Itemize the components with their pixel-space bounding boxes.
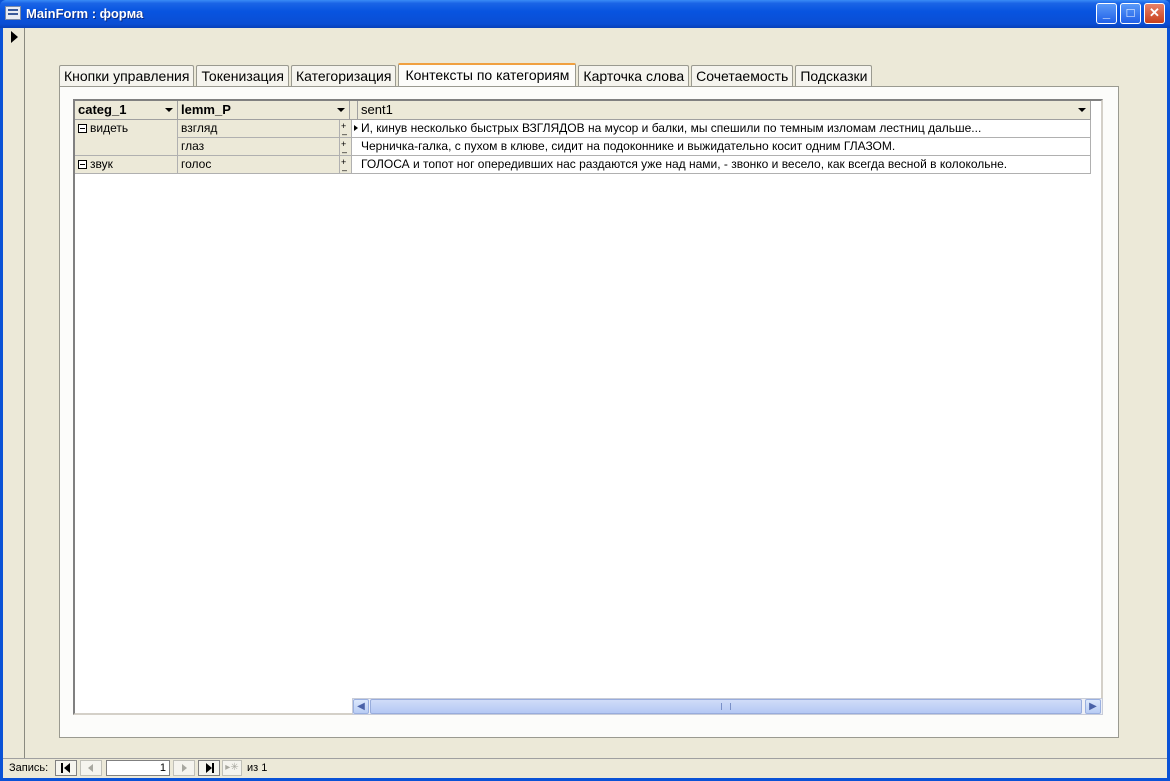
current-cell-arrow-icon xyxy=(354,125,358,131)
lemma-cell[interactable]: взгляд xyxy=(178,120,340,138)
sentence-text: Черничка-галка, с пухом в клюве, сидит н… xyxy=(361,139,896,153)
column-header-sent-label: sent1 xyxy=(361,102,393,117)
lemma-cell[interactable]: голос xyxy=(178,156,340,174)
chevron-down-icon[interactable] xyxy=(165,108,173,112)
tab-6[interactable]: Сочетаемость xyxy=(691,65,794,87)
plus-minus-toggle[interactable]: + – xyxy=(340,156,352,174)
sentence-text: ГОЛОСА и топот ног опередивших нас разда… xyxy=(361,157,1008,171)
access-form-window: MainForm : форма _ □ ✕ Кнопки управления… xyxy=(0,0,1170,781)
scroll-right-icon[interactable]: ▶ xyxy=(1085,699,1101,714)
column-header-lemm-label: lemm_P xyxy=(181,102,231,117)
previous-record-icon xyxy=(88,764,93,772)
sentence-cell[interactable]: И, кинув несколько быстрых ВЗГЛЯДОВ на м… xyxy=(352,120,1091,138)
record-navigation-bar: Запись: 1 ▸✳ из 1 xyxy=(3,758,1167,778)
total-records: 1 xyxy=(261,762,268,774)
category-label: видеть xyxy=(90,121,129,135)
tab-3[interactable]: Категоризация xyxy=(290,65,397,87)
horizontal-scrollbar[interactable]: ◀ ▶ xyxy=(352,698,1103,715)
category-cell[interactable]: видеть xyxy=(75,120,178,156)
scroll-left-icon[interactable]: ◀ xyxy=(353,699,369,714)
category-cell[interactable]: звук xyxy=(75,156,178,174)
lemma-cell[interactable]: глаз xyxy=(178,138,340,156)
current-record-arrow-icon xyxy=(11,31,18,43)
new-record-icon: ▸✳ xyxy=(225,762,239,773)
window-title: MainForm : форма xyxy=(26,6,144,21)
column-header-categ-label: categ_1 xyxy=(78,102,127,117)
minus-icon[interactable]: – xyxy=(342,144,347,155)
record-count: из 1 xyxy=(247,762,267,774)
column-header-categ[interactable]: categ_1 xyxy=(75,101,178,120)
form-client-area: Кнопки управления Токенизация Категоризаци… xyxy=(3,28,1167,778)
category-label: звук xyxy=(90,157,113,171)
next-record-button[interactable] xyxy=(173,760,195,776)
column-spacer xyxy=(350,101,358,120)
chevron-down-icon[interactable] xyxy=(1078,108,1086,112)
tab-page-contexts: categ_1 lemm_P sent1 видеть взгляд + – И… xyxy=(59,86,1119,738)
minus-icon[interactable]: – xyxy=(342,162,347,173)
chevron-down-icon[interactable] xyxy=(337,108,345,112)
first-record-icon xyxy=(61,763,63,773)
scrollbar-thumb[interactable] xyxy=(370,699,1082,714)
close-button[interactable]: ✕ xyxy=(1144,3,1165,24)
new-record-button[interactable]: ▸✳ xyxy=(222,760,242,776)
minus-icon[interactable]: – xyxy=(342,126,347,137)
previous-record-button[interactable] xyxy=(80,760,102,776)
of-label: из xyxy=(247,762,259,774)
title-bar[interactable]: MainForm : форма _ □ ✕ xyxy=(0,0,1170,28)
lemma-label: взгляд xyxy=(181,121,218,135)
tab-5[interactable]: Карточка слова xyxy=(578,65,690,87)
maximize-button[interactable]: □ xyxy=(1120,3,1141,24)
record-label: Запись: xyxy=(9,762,49,774)
tab-strip: Кнопки управления Токенизация Категоризаци… xyxy=(59,63,874,87)
last-record-button[interactable] xyxy=(198,760,220,776)
sentence-text: И, кинув несколько быстрых ВЗГЛЯДОВ на м… xyxy=(361,121,982,135)
collapse-icon[interactable] xyxy=(78,124,87,133)
column-header-lemm[interactable]: lemm_P xyxy=(178,101,350,120)
lemma-label: голос xyxy=(181,157,212,171)
pivot-datasheet: categ_1 lemm_P sent1 видеть взгляд + – И… xyxy=(73,99,1103,715)
plus-minus-toggle[interactable]: + – xyxy=(340,120,352,138)
tab-7[interactable]: Подсказки xyxy=(795,65,873,87)
lemma-label: глаз xyxy=(181,139,205,153)
next-record-icon xyxy=(182,764,187,772)
sentence-cell[interactable]: ГОЛОСА и топот ног опередивших нас разда… xyxy=(352,156,1091,174)
minimize-button[interactable]: _ xyxy=(1096,3,1117,24)
tab-2[interactable]: Токенизация xyxy=(196,65,289,87)
tab-1[interactable]: Кнопки управления xyxy=(59,65,195,87)
collapse-icon[interactable] xyxy=(78,160,87,169)
record-number-input[interactable]: 1 xyxy=(106,760,170,776)
plus-minus-toggle[interactable]: + – xyxy=(340,138,352,156)
tab-4[interactable]: Контексты по категориям xyxy=(398,63,577,87)
record-selector[interactable] xyxy=(3,28,25,758)
form-icon xyxy=(5,6,21,20)
column-header-sent[interactable]: sent1 xyxy=(358,101,1091,120)
sentence-cell[interactable]: Черничка-галка, с пухом в клюве, сидит н… xyxy=(352,138,1091,156)
first-record-button[interactable] xyxy=(55,760,77,776)
